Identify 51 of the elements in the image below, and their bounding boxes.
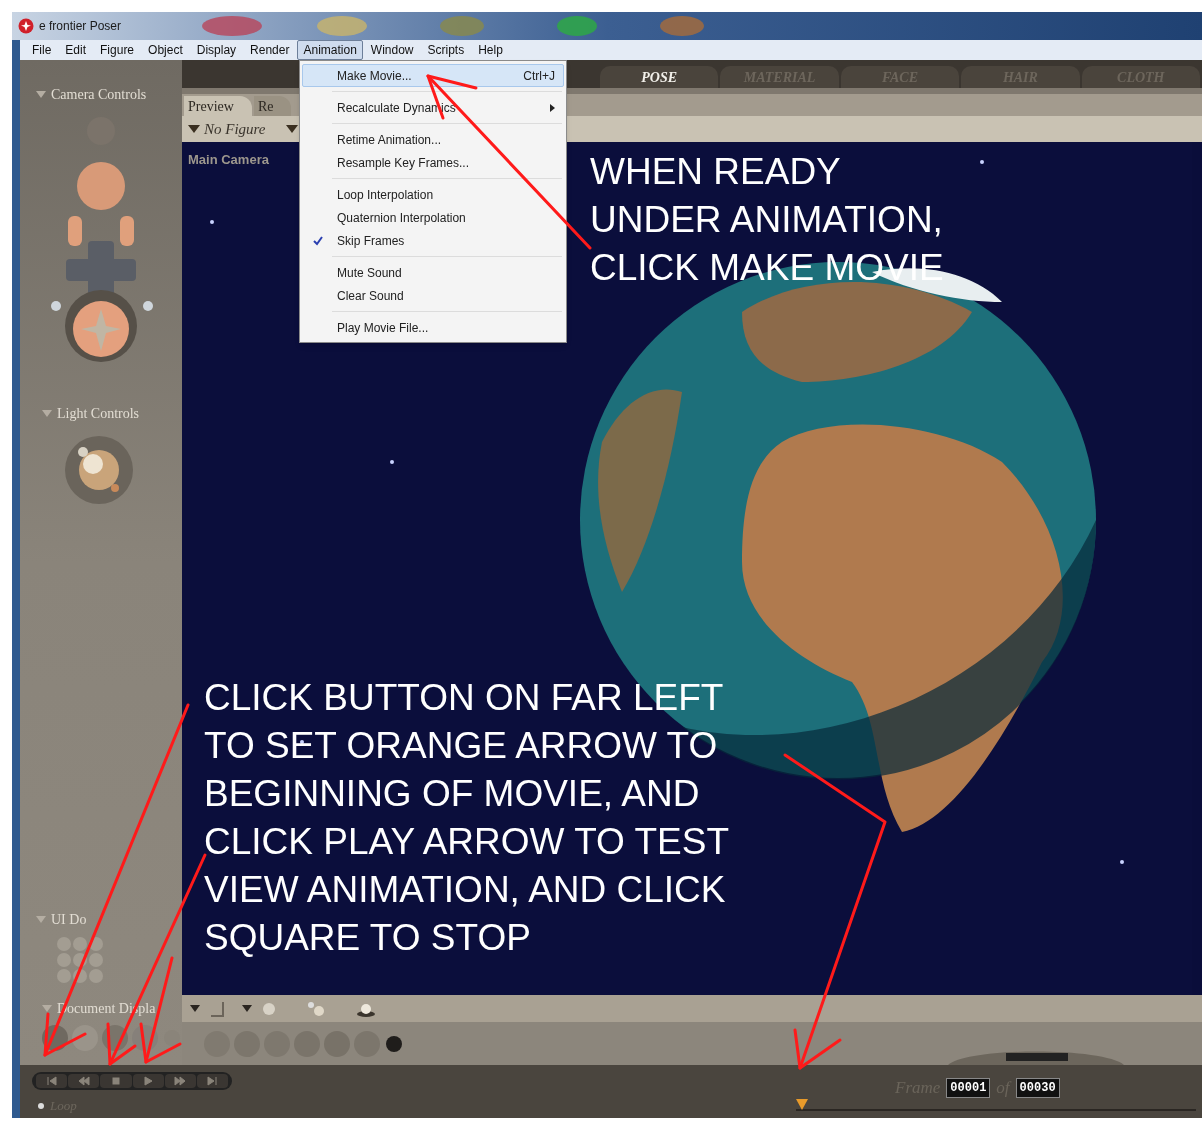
- menu-item[interactable]: File: [26, 40, 58, 60]
- rewind-icon: [77, 1075, 90, 1087]
- fast-forward-button[interactable]: [164, 1074, 196, 1088]
- timeline-track[interactable]: [796, 1099, 1196, 1111]
- menu-item[interactable]: Play Movie File...: [302, 316, 564, 339]
- menu-item[interactable]: Animation: [297, 40, 363, 60]
- timeline-thumb[interactable]: [796, 1099, 808, 1110]
- document-tab[interactable]: Preview: [184, 96, 252, 116]
- current-frame-field[interactable]: 00001: [946, 1077, 991, 1098]
- menu-item[interactable]: Scripts: [421, 40, 471, 60]
- menu-item[interactable]: Clear Sound: [302, 284, 564, 307]
- menu-item[interactable]: Render: [244, 40, 296, 60]
- skip-forward-icon: [206, 1075, 219, 1087]
- rewind-button[interactable]: [68, 1074, 100, 1088]
- total-frames-field[interactable]: 00030: [1015, 1077, 1060, 1098]
- instruction-text: CLICK BUTTON ON FAR LEFT TO SET ORANGE ARROW TO BEGINNING OF MOVIE, AND CLICK PLAY ARROW TO TEST VIEW ANIMATION, AND CLICK SQUARE TO STOP: [204, 676, 729, 960]
- menu-item[interactable]: Retime Animation...: [302, 128, 564, 151]
- loop-indicator[interactable]: [38, 1102, 44, 1109]
- menu-item[interactable]: Mute Sound: [302, 261, 564, 284]
- room-tab[interactable]: POSE: [600, 66, 719, 88]
- menu-item[interactable]: Skip Frames: [302, 229, 564, 252]
- skip-forward-button[interactable]: [196, 1074, 229, 1088]
- caret-icon[interactable]: [285, 125, 298, 133]
- menu-item[interactable]: Make Movie... Ctrl+J: [302, 64, 564, 87]
- skip-back-icon: [45, 1075, 58, 1087]
- camera-label: Main Camera: [188, 151, 269, 169]
- play-button[interactable]: [132, 1074, 164, 1088]
- display-style-drawing[interactable]: [202, 1028, 402, 1059]
- menu-item[interactable]: Display: [190, 40, 243, 60]
- window-title: e frontier Poser: [39, 18, 122, 35]
- skip-back-button[interactable]: [36, 1074, 68, 1088]
- menu-item[interactable]: Edit: [59, 40, 93, 60]
- stop-button[interactable]: [100, 1074, 132, 1088]
- menu-item[interactable]: Help: [472, 40, 509, 60]
- app-icon: [18, 18, 34, 34]
- document-tab[interactable]: Re: [253, 96, 292, 116]
- caret-icon[interactable]: [242, 1005, 252, 1012]
- menu-item[interactable]: Object: [142, 40, 189, 60]
- figure-dropdown[interactable]: No Figure: [188, 117, 266, 141]
- section-header[interactable]: Camera Controls: [51, 84, 147, 105]
- menu-item[interactable]: Quaternion Interpolation: [302, 206, 564, 229]
- caret-icon[interactable]: [190, 1005, 200, 1012]
- menu-item[interactable]: Window: [364, 40, 420, 60]
- fast-forward-icon: [174, 1075, 187, 1087]
- menu-item[interactable]: Resample Key Frames...: [302, 151, 564, 174]
- play-icon: [142, 1075, 155, 1087]
- menu-item[interactable]: Figure: [94, 40, 141, 60]
- stop-icon: [109, 1075, 122, 1087]
- menu-item[interactable]: Loop Interpolation: [302, 183, 564, 206]
- ui-dots-drawing[interactable]: [56, 936, 104, 984]
- caret-icon[interactable]: [188, 125, 200, 133]
